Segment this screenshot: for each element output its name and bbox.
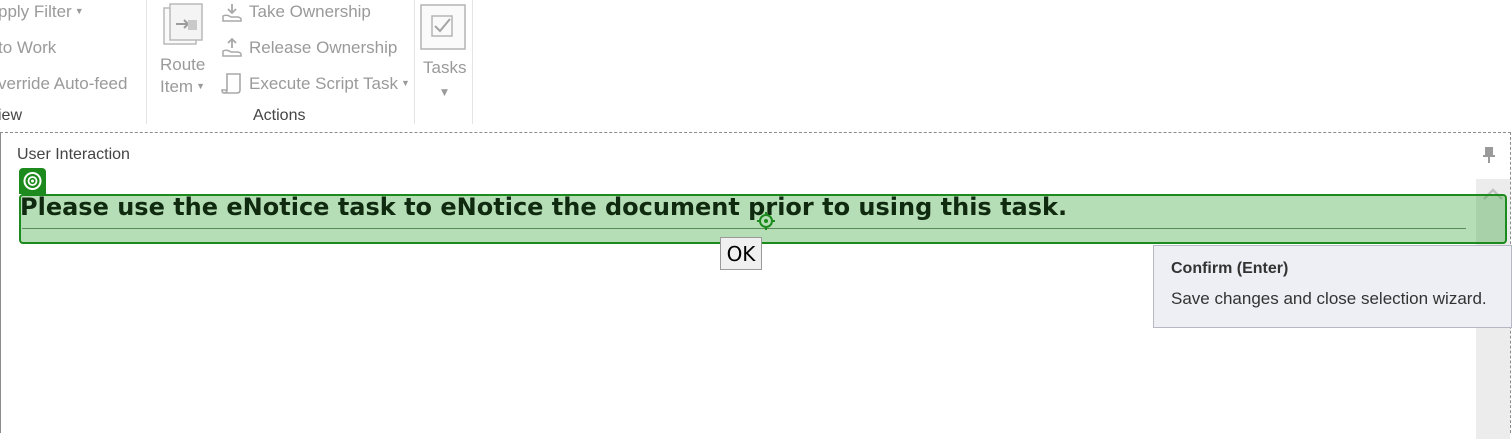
anchor-icon[interactable] <box>757 212 775 230</box>
release-ownership-icon <box>222 37 242 57</box>
divider <box>22 228 1466 229</box>
apply-filter-label: pply Filter <box>0 2 72 21</box>
route-item-label-2-wrap: Item ▼ <box>160 77 205 97</box>
target-icon-glyph <box>23 172 42 190</box>
caret-down-icon: ▼ <box>196 81 205 91</box>
confirm-tooltip: Confirm (Enter) Save changes and close s… <box>1153 245 1512 328</box>
take-ownership-button[interactable]: Take Ownership <box>249 2 371 22</box>
caret-down-icon: ▼ <box>400 78 410 88</box>
message-text: Please use the eNotice task to eNotice t… <box>20 193 1068 221</box>
caret-down-icon: ▼ <box>441 88 448 98</box>
pin-icon[interactable] <box>1482 146 1496 164</box>
tooltip-body: Save changes and close selection wizard. <box>1171 289 1487 308</box>
take-ownership-icon <box>222 4 242 22</box>
group-divider <box>414 0 415 124</box>
tasks-checkbox-icon <box>420 4 466 50</box>
actions-group-label: Actions <box>253 107 306 124</box>
execute-script-task-button[interactable]: Execute Script Task ▼ <box>249 74 410 94</box>
target-icon[interactable] <box>19 168 46 194</box>
group-divider <box>472 0 473 124</box>
execute-script-task-label: Execute Script Task <box>249 74 398 93</box>
tasks-button[interactable]: Tasks ▼ <box>420 4 468 104</box>
ok-button[interactable]: OK <box>720 237 762 270</box>
route-item-button[interactable]: Route Item ▼ <box>160 55 205 97</box>
panel-title: User Interaction <box>17 146 130 163</box>
route-item-label-1: Route <box>160 55 206 74</box>
apply-filter-button[interactable]: pply Filter ▼ <box>0 2 84 22</box>
group-divider <box>146 0 147 124</box>
route-item-icon <box>163 3 203 45</box>
override-autofeed-button[interactable]: verride Auto-feed <box>0 74 127 94</box>
tooltip-title: Confirm (Enter) <box>1171 260 1289 277</box>
ribbon: pply Filter ▼ to Work verride Auto-feed i… <box>0 0 1512 128</box>
route-item-label-2: Item <box>160 77 194 96</box>
view-group-label: iew <box>0 107 23 124</box>
tasks-label: Tasks <box>423 58 467 77</box>
caret-down-icon: ▼ <box>74 6 84 16</box>
script-icon <box>221 73 241 94</box>
release-ownership-button[interactable]: Release Ownership <box>249 38 397 58</box>
go-to-work-button[interactable]: to Work <box>0 38 56 58</box>
